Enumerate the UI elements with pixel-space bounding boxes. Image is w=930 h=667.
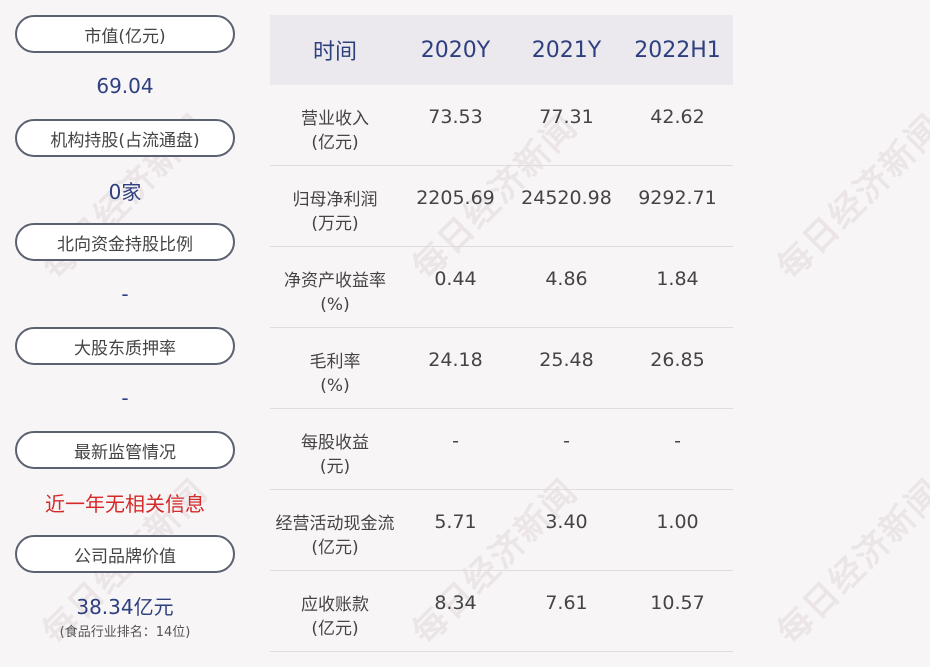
cell-value: - — [511, 408, 622, 490]
header-2020y: 2020Y — [400, 15, 511, 85]
row-label: 经营活动现金流 (亿元) — [270, 489, 400, 571]
financial-table: 时间 2020Y 2021Y 2022H1 营业收入 (亿元) 73.53 77.… — [270, 15, 733, 652]
watermark: 每日经济新闻 — [769, 471, 930, 653]
table-row: 净资产收益率 (%) 0.44 4.86 1.84 — [270, 246, 733, 328]
cell-value: 0.44 — [400, 246, 511, 328]
cell-value: - — [622, 408, 733, 490]
cell-value: 1.00 — [622, 489, 733, 571]
cell-value: 9292.71 — [622, 165, 733, 247]
left-panel: 市值(亿元) 69.04 机构持股(占流通盘) 0家 北向资金持股比例 - 大股… — [15, 15, 235, 640]
pledge-rate-value: - — [15, 365, 235, 431]
northbound-holding-value-text: - — [121, 282, 129, 306]
cell-value: 4.86 — [511, 246, 622, 328]
institutional-holdings-label: 机构持股(占流通盘) — [15, 119, 235, 157]
regulatory-status-value: 近一年无相关信息 — [15, 469, 235, 535]
table-header-row: 时间 2020Y 2021Y 2022H1 — [270, 15, 733, 85]
cell-value: 8.34 — [400, 570, 511, 652]
cell-value: 26.85 — [622, 327, 733, 409]
row-label: 营业收入 (亿元) — [270, 85, 400, 166]
northbound-holding-value: - — [15, 261, 235, 327]
cell-value: 3.40 — [511, 489, 622, 571]
brand-value-label: 公司品牌价值 — [15, 535, 235, 573]
header-2022h1: 2022H1 — [622, 15, 733, 85]
regulatory-status-value-text: 近一年无相关信息 — [45, 491, 205, 516]
table-row: 毛利率 (%) 24.18 25.48 26.85 — [270, 327, 733, 409]
table-row: 应收账款 (亿元) 8.34 7.61 10.57 — [270, 570, 733, 652]
row-label: 毛利率 (%) — [270, 327, 400, 409]
market-cap-value-text: 69.04 — [96, 74, 154, 98]
row-label: 应收账款 (亿元) — [270, 570, 400, 652]
cell-value: 10.57 — [622, 570, 733, 652]
cell-value: 1.84 — [622, 246, 733, 328]
cell-value: 24520.98 — [511, 165, 622, 247]
table-row: 归母净利润 (万元) 2205.69 24520.98 9292.71 — [270, 165, 733, 247]
table-row: 每股收益 (元) - - - — [270, 408, 733, 490]
cell-value: 77.31 — [511, 85, 622, 166]
cell-value: 5.71 — [400, 489, 511, 571]
cell-value: 7.61 — [511, 570, 622, 652]
regulatory-status-label: 最新监管情况 — [15, 431, 235, 469]
cell-value: - — [400, 408, 511, 490]
market-cap-label: 市值(亿元) — [15, 15, 235, 53]
cell-value: 25.48 — [511, 327, 622, 409]
cell-value: 42.62 — [622, 85, 733, 166]
row-label: 归母净利润 (万元) — [270, 165, 400, 247]
table-row: 营业收入 (亿元) 73.53 77.31 42.62 — [270, 85, 733, 166]
table-row: 经营活动现金流 (亿元) 5.71 3.40 1.00 — [270, 489, 733, 571]
header-period: 时间 — [270, 15, 400, 85]
northbound-holding-label: 北向资金持股比例 — [15, 223, 235, 261]
cell-value: 24.18 — [400, 327, 511, 409]
watermark: 每日经济新闻 — [769, 106, 930, 288]
brand-value: 38.34亿元 (食品行业排名：14位) — [15, 573, 235, 640]
brand-rank-note: (食品行业排名：14位) — [59, 625, 191, 640]
brand-value-text: 38.34亿元 — [76, 595, 174, 619]
pledge-rate-label: 大股东质押率 — [15, 327, 235, 365]
header-2021y: 2021Y — [511, 15, 622, 85]
row-label: 每股收益 (元) — [270, 408, 400, 490]
institutional-holdings-value: 0家 — [15, 157, 235, 223]
cell-value: 73.53 — [400, 85, 511, 166]
cell-value: 2205.69 — [400, 165, 511, 247]
market-cap-value: 69.04 — [15, 53, 235, 119]
pledge-rate-value-text: - — [121, 386, 129, 410]
institutional-holdings-value-text: 0家 — [108, 179, 142, 204]
row-label: 净资产收益率 (%) — [270, 246, 400, 328]
